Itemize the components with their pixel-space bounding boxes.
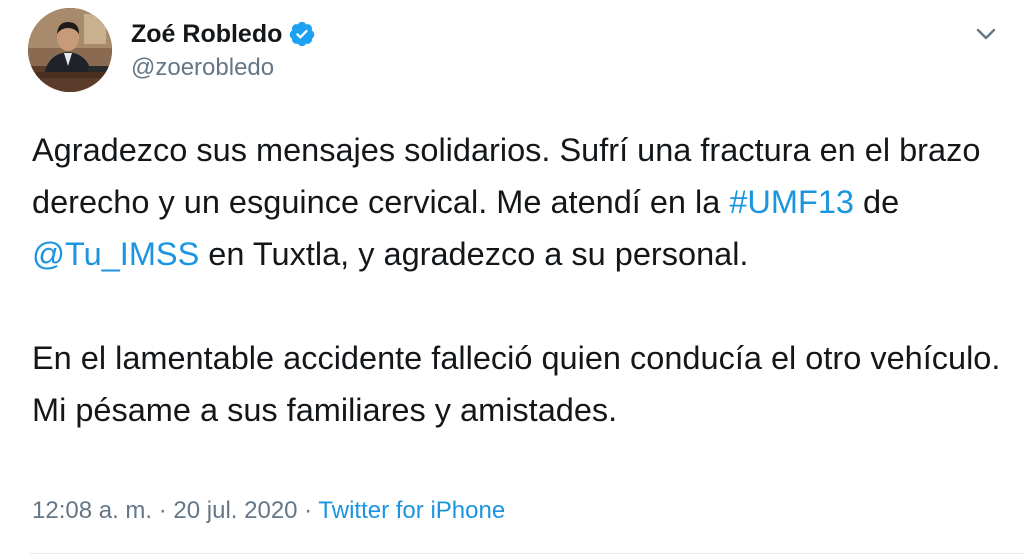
author-avatar[interactable] [28, 8, 112, 92]
chevron-down-icon[interactable] [972, 22, 1000, 46]
tweet-date[interactable]: 20 jul. 2020 [173, 497, 297, 524]
hashtag-link[interactable]: #UMF13 [729, 184, 854, 220]
author-handle[interactable]: @zoerobledo [131, 53, 274, 83]
profile-photo [28, 8, 112, 92]
tweet-source-link[interactable]: Twitter for iPhone [318, 497, 505, 524]
tweet-text-segment: en Tuxtla, y agradezco a su personal. [199, 236, 749, 272]
verified-badge-icon [289, 21, 315, 47]
tweet-text-segment: de [853, 184, 900, 220]
meta-separator: · [297, 497, 319, 524]
meta-separator: · [152, 497, 174, 524]
tweet-paragraph-2: En el lamentable accidente falleció quie… [32, 340, 1001, 428]
tweet-card: Zoé Robledo @zoerobledo Agradezco sus me… [0, 0, 1024, 558]
mention-link[interactable]: @Tu_IMSS [32, 236, 199, 272]
divider [30, 553, 1024, 554]
author-name[interactable]: Zoé Robledo [131, 19, 282, 49]
tweet-text: Agradezco sus mensajes solidarios. Sufrí… [32, 124, 1012, 436]
tweet-meta: 12:08 a. m. · 20 jul. 2020 · Twitter for… [32, 496, 505, 526]
tweet-timestamp[interactable]: 12:08 a. m. [32, 497, 152, 524]
tweet-paragraph-1: Agradezco sus mensajes solidarios. Sufrí… [32, 124, 1012, 280]
